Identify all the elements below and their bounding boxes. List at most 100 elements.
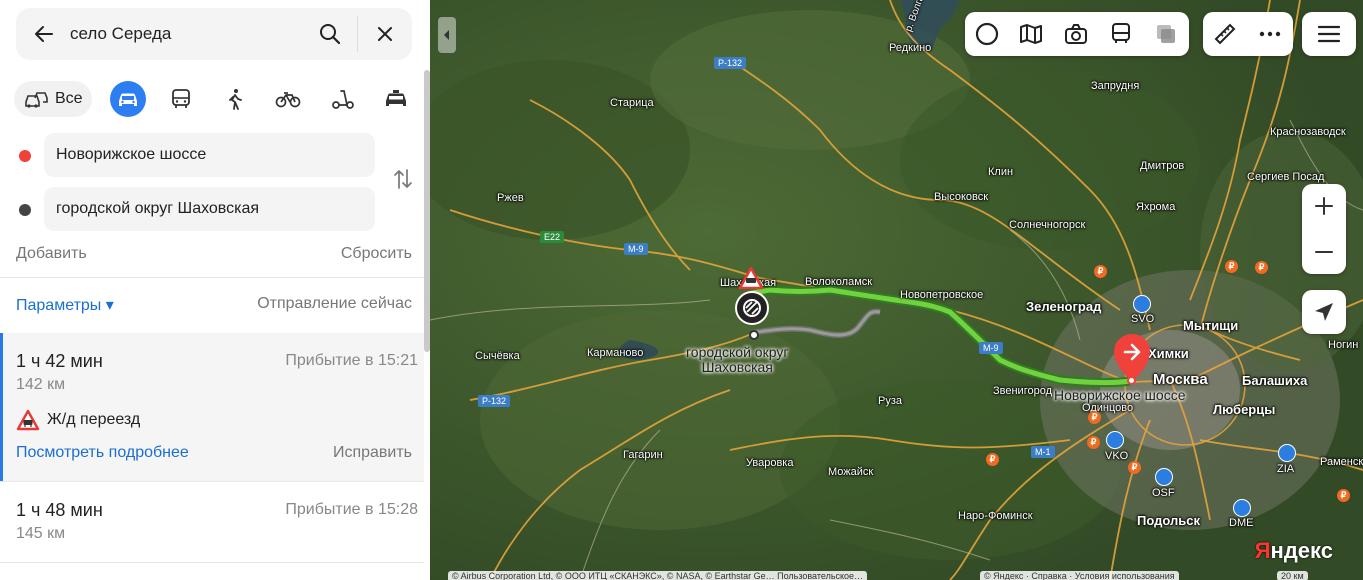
place-label: Редкино: [889, 42, 932, 54]
gas-station-icon[interactable]: ₽: [1337, 489, 1350, 502]
car-icon: [119, 93, 137, 106]
place-label: Зеленоград: [1026, 299, 1102, 314]
parameters-dropdown[interactable]: Параметры ▾: [16, 295, 114, 315]
route-option[interactable]: [0, 482, 424, 562]
origin-point: [1127, 376, 1136, 385]
place-label: Красноза­водск: [1270, 126, 1346, 138]
departure-time-selector[interactable]: Отправление сейчас: [257, 295, 412, 313]
place-label: Клин: [988, 166, 1014, 178]
map-terms[interactable]: © Яндекс · Справка · Условия использован…: [980, 571, 1179, 580]
mode-all-label: Все: [55, 90, 83, 107]
selected-indicator: [0, 333, 3, 481]
all-modes-icon: [25, 92, 48, 108]
route-duration: 1 ч 48 мин: [16, 500, 103, 520]
map-mode-button[interactable]: [1018, 21, 1044, 47]
more-button[interactable]: [1257, 21, 1283, 47]
gas-station-icon[interactable]: ₽: [1094, 265, 1107, 278]
minus-icon: [1315, 251, 1333, 253]
place-label: Новопетровское: [900, 289, 984, 301]
taxi-icon: [386, 90, 406, 106]
place-label: Можайск: [828, 466, 874, 478]
traffic-layer-button[interactable]: [1153, 21, 1179, 47]
barrier-icon: [743, 299, 761, 317]
airport-code: DME: [1229, 517, 1254, 529]
add-waypoint-link[interactable]: Добавить: [16, 245, 87, 263]
mode-taxi-button[interactable]: [378, 81, 414, 117]
airport-icon[interactable]: [1133, 295, 1151, 313]
yandex-logo[interactable]: Яндекс: [1255, 538, 1333, 564]
airport-code: ZIA: [1277, 463, 1295, 475]
origin-field[interactable]: Новорижское шоссе: [44, 133, 375, 177]
gas-station-icon[interactable]: ₽: [1088, 411, 1101, 424]
airport-icon[interactable]: [1106, 431, 1124, 449]
camera-icon: [1065, 24, 1087, 44]
satellite-map: [430, 0, 1363, 580]
collapse-panel-button[interactable]: [438, 17, 456, 53]
place-label: Дмитров: [1140, 160, 1185, 172]
airport-icon[interactable]: [1233, 499, 1251, 517]
route-details-link[interactable]: Посмотреть подробнее: [16, 444, 189, 462]
mode-bike-button[interactable]: [270, 81, 306, 117]
map-copyright[interactable]: © Airbus Corporation Ltd, © ООО ИТЦ «СКА…: [448, 571, 868, 580]
airport-code: VKO: [1105, 450, 1129, 462]
place-label: Балашиха: [1242, 373, 1308, 388]
road-closure-icon[interactable]: [735, 291, 769, 325]
panorama-button[interactable]: [1063, 21, 1089, 47]
back-arrow-icon[interactable]: [33, 23, 55, 45]
gas-station-icon[interactable]: ₽: [1128, 461, 1141, 474]
report-error-link[interactable]: Исправить: [333, 444, 412, 462]
locate-me-button[interactable]: [1302, 290, 1346, 334]
search-icon[interactable]: [318, 22, 342, 46]
place-label: Звенигород: [993, 385, 1053, 397]
mode-car-button[interactable]: [110, 81, 146, 117]
gas-station-icon[interactable]: ₽: [1255, 261, 1268, 274]
railway-crossing-warning-icon[interactable]: [738, 266, 764, 290]
chevron-left-icon: [444, 30, 449, 40]
swap-icon[interactable]: [392, 166, 414, 192]
zoom-in-button[interactable]: [1311, 193, 1337, 219]
scheme-layer-button[interactable]: [974, 21, 1000, 47]
bicycle-icon: [275, 92, 301, 108]
destination-field[interactable]: городской округ Шаховская: [44, 187, 375, 231]
ruler-button[interactable]: [1212, 21, 1238, 47]
map-view[interactable]: Редкино р. Волга Запрудня Старица Красно…: [430, 0, 1363, 580]
airport-icon[interactable]: [1278, 444, 1296, 462]
search-query[interactable]: село Середа: [70, 24, 171, 44]
place-label: Ногин: [1328, 339, 1359, 351]
mode-transit-button[interactable]: [163, 81, 199, 117]
bus-icon: [1112, 23, 1130, 43]
zoom-out-button[interactable]: [1311, 239, 1337, 265]
search-box[interactable]: село Середа: [16, 8, 412, 60]
gas-station-icon[interactable]: ₽: [986, 453, 999, 466]
destination-dot: [19, 204, 31, 216]
mode-walk-button[interactable]: [217, 81, 253, 117]
walk-icon: [229, 89, 242, 110]
airport-icon[interactable]: [1155, 468, 1173, 486]
scooter-icon: [332, 90, 354, 109]
route-duration: 1 ч 42 мин: [16, 351, 103, 371]
gas-station-icon[interactable]: ₽: [1225, 260, 1238, 273]
place-label: Люберцы: [1213, 402, 1276, 417]
globe-icon: [975, 22, 999, 46]
mode-all-button[interactable]: Все: [14, 81, 92, 117]
reset-link[interactable]: Сбросить: [341, 245, 412, 263]
layers-icon: [1157, 25, 1175, 43]
bus-icon: [172, 89, 190, 108]
mode-scooter-button[interactable]: [325, 81, 361, 117]
menu-button[interactable]: [1302, 12, 1356, 56]
place-label: Сергиев Посад: [1247, 171, 1325, 183]
destination-point[interactable]: [749, 330, 759, 340]
close-icon[interactable]: [374, 23, 396, 45]
gas-station-icon[interactable]: ₽: [1087, 436, 1100, 449]
place-label: Мытищи: [1183, 318, 1239, 333]
route-warning-text: Ж/д переезд: [47, 411, 141, 428]
search-divider: [357, 16, 358, 52]
place-label: Раменск: [1320, 456, 1363, 468]
layers-toolbar: [965, 12, 1189, 56]
transit-layer-button[interactable]: [1108, 21, 1134, 47]
road-number: Р-132: [714, 57, 747, 69]
place-label: Старица: [610, 97, 654, 109]
transport-modes: Все: [14, 81, 414, 117]
map-scale: 20 км: [1277, 571, 1308, 580]
more-dots-icon: [1259, 31, 1281, 37]
